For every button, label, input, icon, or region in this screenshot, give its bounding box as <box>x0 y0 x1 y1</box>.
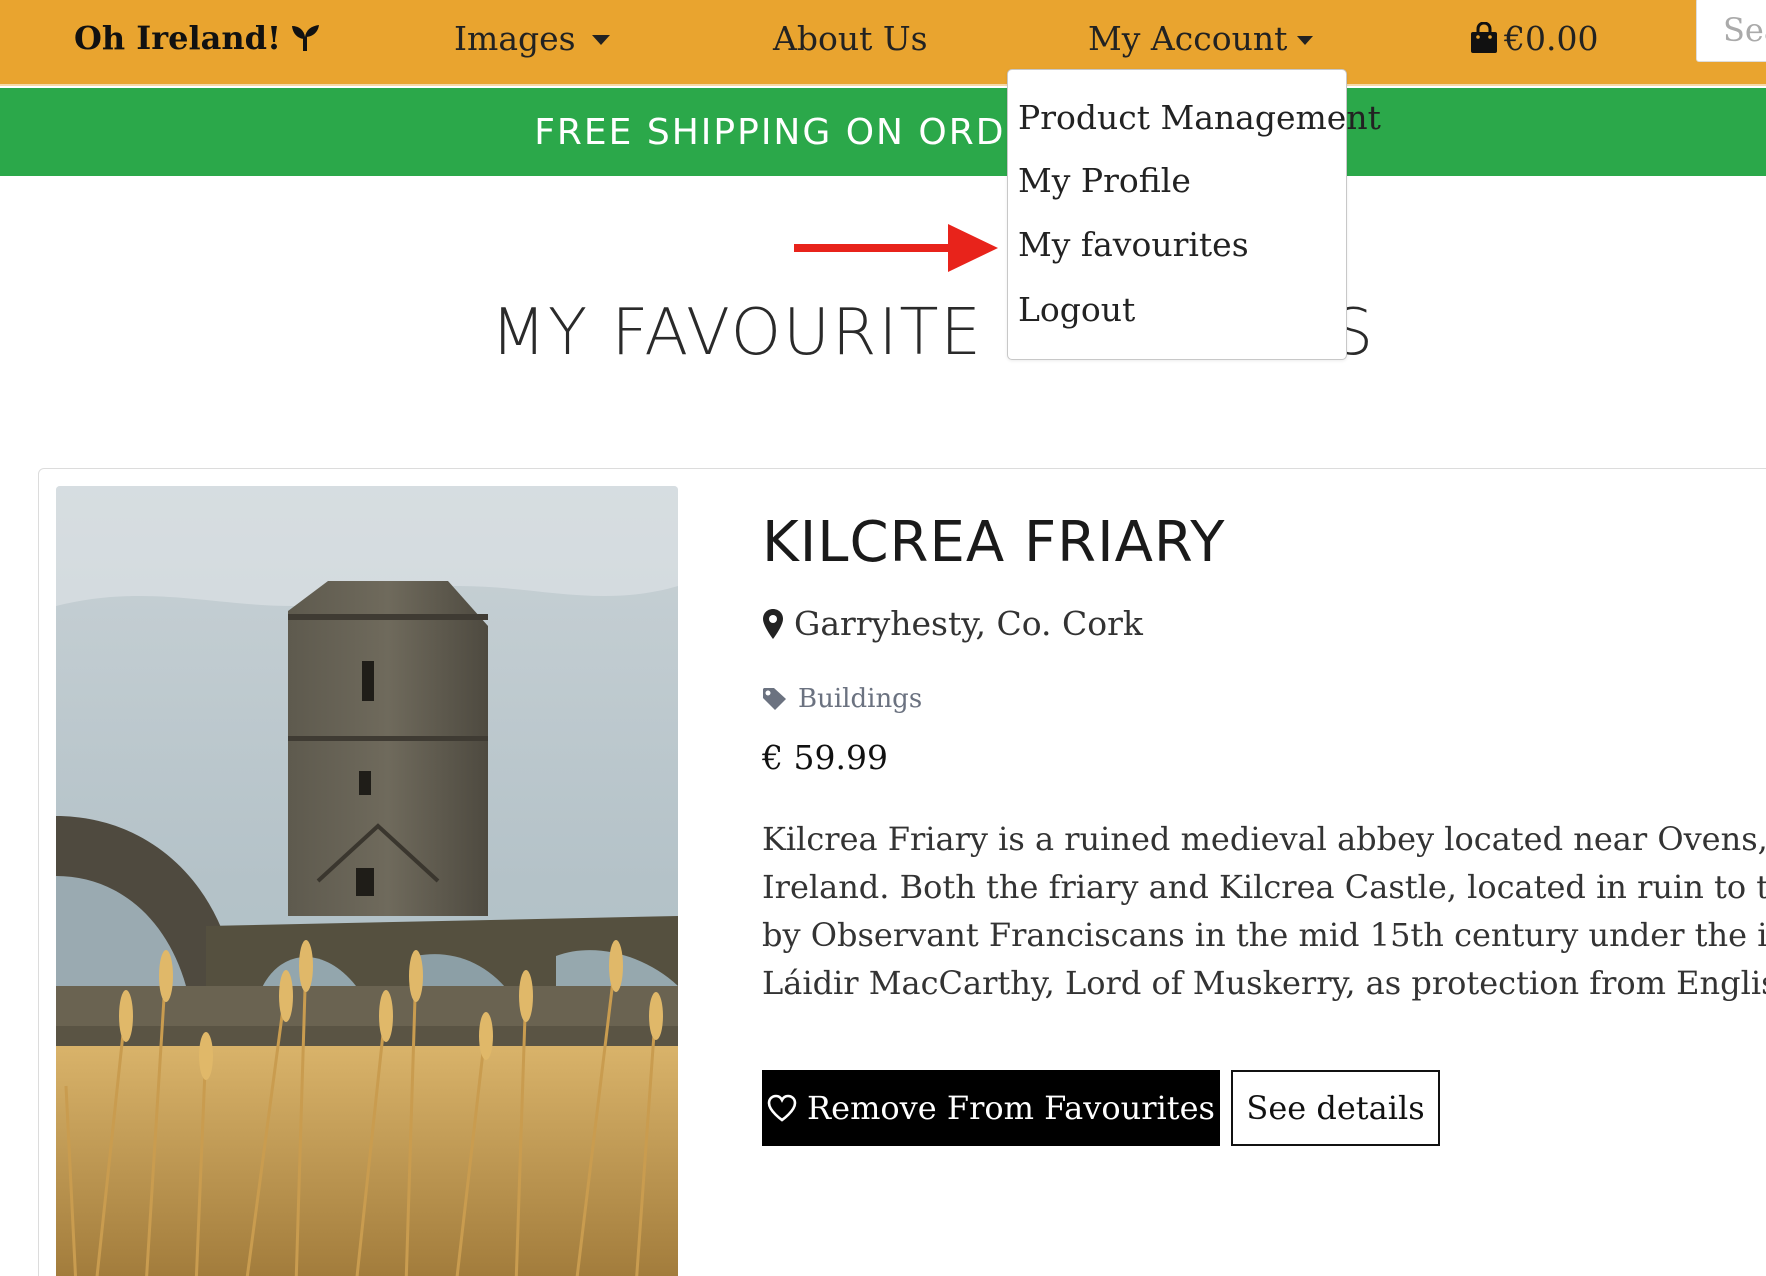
tag-icon <box>763 688 786 710</box>
product-location: Garryhesty, Co. Cork <box>762 604 1143 643</box>
product-price: € 59.99 <box>762 738 888 777</box>
nav-images-dropdown[interactable]: Images <box>454 0 610 76</box>
brand-logo[interactable]: Oh Ireland! <box>74 0 321 76</box>
nav-about-us-link[interactable]: About Us <box>773 0 928 76</box>
search-input[interactable] <box>1697 0 1766 61</box>
account-dropdown-menu: Product Management My Profile My favouri… <box>1007 69 1381 360</box>
shopping-bag-icon <box>1471 22 1497 53</box>
details-button-label: See details <box>1246 1089 1425 1127</box>
nav-account-label: My Account <box>1088 18 1288 58</box>
top-navbar: Oh Ireland! Images About Us My Account €… <box>0 0 1766 86</box>
remove-from-favourites-button[interactable]: Remove From Favourites <box>762 1070 1220 1146</box>
menu-item-my-profile[interactable]: My Profile <box>1018 161 1191 200</box>
see-details-button[interactable]: See details <box>1231 1070 1440 1146</box>
menu-item-logout[interactable]: Logout <box>1018 290 1135 329</box>
nav-cart-link[interactable]: €0.00 <box>1470 0 1598 76</box>
menu-item-product-management[interactable]: Product Management <box>1018 98 1381 137</box>
map-marker-icon <box>763 608 783 639</box>
nav-my-account-dropdown[interactable]: My Account <box>1088 0 1314 76</box>
product-description: Kilcrea Friary is a ruined medieval abbe… <box>762 815 1766 1007</box>
menu-item-my-favourites[interactable]: My favourites <box>1018 225 1249 264</box>
description-line: by Observant Franciscans in the mid 15th… <box>762 916 1766 954</box>
product-category[interactable]: Buildings <box>762 684 922 714</box>
seedling-icon <box>292 25 320 51</box>
free-shipping-banner: FREE SHIPPING ON ORDERS OVER €50 <box>0 88 1766 176</box>
cart-total: €0.00 <box>1504 18 1599 58</box>
chevron-down-icon <box>591 35 610 45</box>
heart-outline-icon <box>767 1094 797 1122</box>
description-line: Láidir MacCarthy, Lord of Muskerry, as p… <box>762 964 1766 1002</box>
description-line: Kilcrea Friary is a ruined medieval abbe… <box>762 820 1766 858</box>
product-title: KILCREA FRIARY <box>762 510 1226 575</box>
brand-name: Oh Ireland! <box>74 19 282 57</box>
description-line: Ireland. Both the friary and Kilcrea Cas… <box>762 868 1766 906</box>
category-text: Buildings <box>798 684 923 714</box>
nav-images-label: Images <box>454 18 576 58</box>
location-text: Garryhesty, Co. Cork <box>794 604 1143 643</box>
product-image[interactable] <box>56 486 678 1276</box>
red-arrow-annotation <box>794 224 998 272</box>
search-box <box>1696 0 1766 62</box>
friary-photo <box>56 486 678 1276</box>
chevron-down-icon <box>1297 35 1314 45</box>
page-title: MY FAVOURITE PRODUCTS <box>490 296 1376 370</box>
remove-button-label: Remove From Favourites <box>807 1089 1215 1127</box>
nav-about-label: About Us <box>773 18 928 58</box>
